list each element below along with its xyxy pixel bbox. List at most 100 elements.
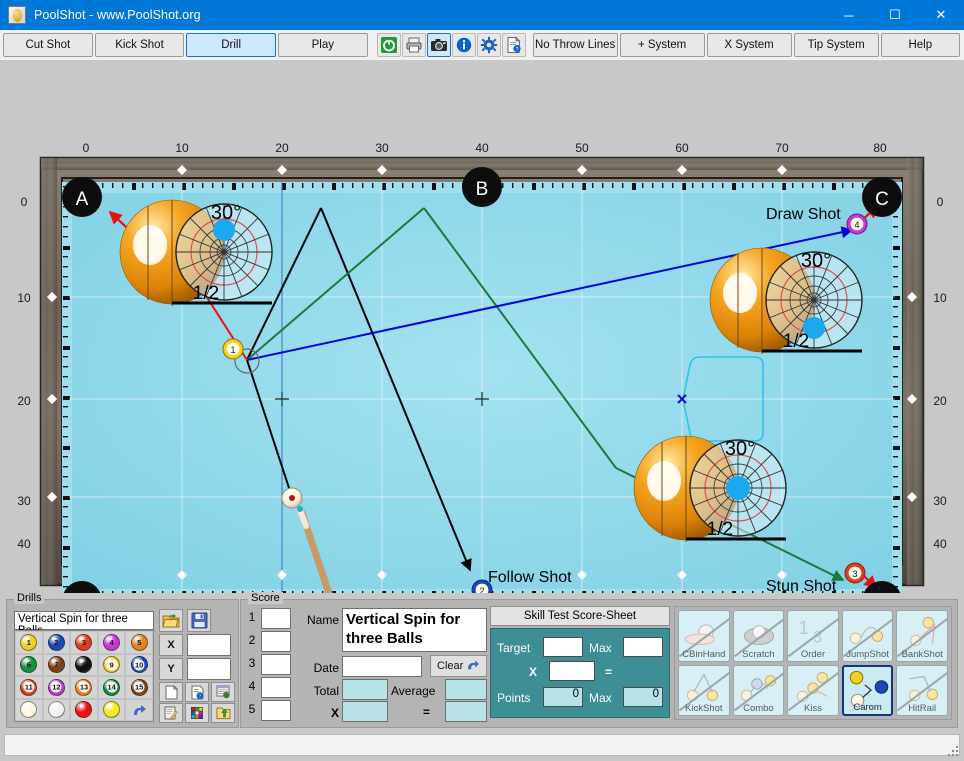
- save-disk-icon[interactable]: [187, 609, 211, 632]
- drill-ball[interactable]: 8: [75, 656, 93, 674]
- info-icon[interactable]: [451, 33, 476, 57]
- drill-ball-cell[interactable]: [15, 698, 43, 721]
- drill-ball-cell[interactable]: 14: [97, 676, 126, 699]
- drill-ball[interactable]: 2: [47, 633, 65, 651]
- camera-icon[interactable]: [426, 33, 451, 57]
- max-input-1[interactable]: [623, 637, 663, 657]
- drill-ball-cell[interactable]: [42, 698, 71, 721]
- drill-name-input[interactable]: Vertical Spin for three Balls: [14, 611, 154, 637]
- plus-system-button[interactable]: + System: [619, 33, 705, 57]
- drill-ball[interactable]: [47, 701, 65, 719]
- drill-ball-cell[interactable]: 10: [125, 653, 153, 676]
- new-page-icon[interactable]: [159, 682, 183, 702]
- y-coordinate-input[interactable]: [187, 658, 231, 680]
- cbinhand-button[interactable]: CBinHand: [678, 610, 730, 662]
- drill-ball[interactable]: 11: [20, 678, 38, 696]
- score-equals-input[interactable]: [445, 701, 487, 722]
- drill-ball-cell[interactable]: [125, 698, 153, 721]
- drill-ball[interactable]: 10: [130, 656, 148, 674]
- target-input[interactable]: [543, 637, 583, 657]
- score-value-input-1[interactable]: [261, 608, 291, 629]
- table-report-icon[interactable]: [211, 682, 235, 702]
- kickshot-button[interactable]: KickShot: [678, 664, 730, 716]
- tip-marker-center[interactable]: [726, 476, 750, 500]
- drill-ball-cell[interactable]: 7: [42, 653, 71, 676]
- carom-button[interactable]: Carom: [841, 664, 894, 716]
- tab-kick-shot[interactable]: Kick Shot: [94, 33, 185, 57]
- x-system-button[interactable]: X System: [706, 33, 792, 57]
- drill-ball-cell[interactable]: [70, 698, 98, 721]
- drill-ball-cell[interactable]: 3: [70, 631, 98, 654]
- spin-diagram-follow[interactable]: 30° 1/2: [709, 247, 863, 354]
- resize-grip[interactable]: [948, 746, 960, 758]
- points-input[interactable]: 0: [543, 687, 583, 707]
- drill-ball[interactable]: 3: [75, 633, 93, 651]
- drill-ball-cell[interactable]: 6: [15, 653, 43, 676]
- order-button[interactable]: 1 3 Order: [787, 610, 839, 662]
- x-coordinate-button[interactable]: X: [159, 634, 183, 656]
- drill-ball-palette[interactable]: 1 2 3 4 5 6 7 8 9 10 11 12 13 14 15: [14, 630, 154, 722]
- score-x-input[interactable]: [342, 701, 388, 722]
- maximize-button[interactable]: ☐: [872, 0, 918, 30]
- score-value-input-3[interactable]: [261, 654, 291, 675]
- bankshot-button[interactable]: BankShot: [896, 610, 948, 662]
- jumpshot-button[interactable]: JumpShot: [841, 610, 894, 662]
- export-folder-icon[interactable]: [211, 703, 235, 723]
- drill-ball-cell[interactable]: 1: [15, 631, 43, 654]
- x-coordinate-input[interactable]: [187, 634, 231, 656]
- score-value-input-2[interactable]: [261, 631, 291, 652]
- drill-ball-cell[interactable]: 15: [125, 676, 153, 699]
- score-date-input[interactable]: [342, 656, 422, 677]
- spin-diagram-stun[interactable]: 30° 1/2: [633, 435, 787, 542]
- scratch-button[interactable]: Scratch: [732, 610, 785, 662]
- drill-ball[interactable]: [103, 701, 121, 719]
- pool-table-stage[interactable]: 0 10 20 30 40 50 60 70 80 0 10 20 30 40 …: [0, 60, 964, 593]
- drill-ball[interactable]: 12: [47, 678, 65, 696]
- help-button[interactable]: Help: [880, 33, 961, 57]
- shot-type-grid[interactable]: CBinHand Scratch 1 3 Order JumpShot BankShot Ki…: [674, 606, 952, 720]
- color-palette-icon[interactable]: [185, 703, 209, 723]
- drill-ball-cell[interactable]: 5: [125, 631, 153, 654]
- tip-system-button[interactable]: Tip System: [793, 33, 879, 57]
- drill-ball[interactable]: 6: [20, 656, 38, 674]
- minimize-button[interactable]: ─: [826, 0, 872, 30]
- drill-ball-cell[interactable]: 8: [70, 653, 98, 676]
- pool-table-diagram[interactable]: 0 10 20 30 40 50 60 70 80 0 10 20 30 40 …: [0, 60, 964, 593]
- drill-ball-cell[interactable]: 12: [42, 676, 71, 699]
- ball-3[interactable]: 3: [844, 562, 866, 584]
- drill-ball[interactable]: 1: [20, 633, 38, 651]
- score-name-input[interactable]: Vertical Spin for three Balls: [342, 608, 487, 652]
- drill-ball[interactable]: 14: [103, 678, 121, 696]
- skill-x-input[interactable]: [549, 661, 595, 681]
- score-average-input[interactable]: [445, 679, 487, 700]
- tab-cut-shot[interactable]: Cut Shot: [3, 33, 93, 57]
- ball-1[interactable]: 1: [222, 338, 244, 360]
- drill-ball[interactable]: 13: [75, 678, 93, 696]
- kiss-button[interactable]: Kiss: [787, 664, 839, 716]
- drill-ball-cell[interactable]: 9: [97, 653, 126, 676]
- drill-ball[interactable]: 5: [130, 633, 148, 651]
- print-icon[interactable]: [401, 33, 426, 57]
- combo-button[interactable]: Combo: [732, 664, 785, 716]
- tab-play[interactable]: Play: [277, 33, 368, 57]
- power-icon[interactable]: [376, 33, 401, 57]
- drill-ball[interactable]: [20, 701, 38, 719]
- drill-ball[interactable]: 7: [47, 656, 65, 674]
- clear-button[interactable]: Clear: [430, 655, 487, 677]
- drill-ball-cell[interactable]: 2: [42, 631, 71, 654]
- score-total-input[interactable]: [342, 679, 388, 700]
- document-help-icon[interactable]: ?: [501, 33, 526, 57]
- drill-ball[interactable]: 4: [103, 633, 121, 651]
- max-input-2[interactable]: 0: [623, 687, 663, 707]
- drill-ball[interactable]: 15: [130, 678, 148, 696]
- cue-ball[interactable]: [281, 487, 303, 509]
- tab-drill[interactable]: Drill: [186, 33, 276, 57]
- open-folder-icon[interactable]: [159, 609, 183, 632]
- edit-note-icon[interactable]: [159, 703, 183, 723]
- hitrail-button[interactable]: HitRail: [896, 664, 948, 716]
- settings-gear-icon[interactable]: [476, 33, 501, 57]
- page-help-icon[interactable]: ?: [185, 682, 209, 702]
- y-coordinate-button[interactable]: Y: [159, 658, 183, 680]
- score-value-input-5[interactable]: [261, 700, 291, 721]
- drill-ball-cell[interactable]: [97, 698, 126, 721]
